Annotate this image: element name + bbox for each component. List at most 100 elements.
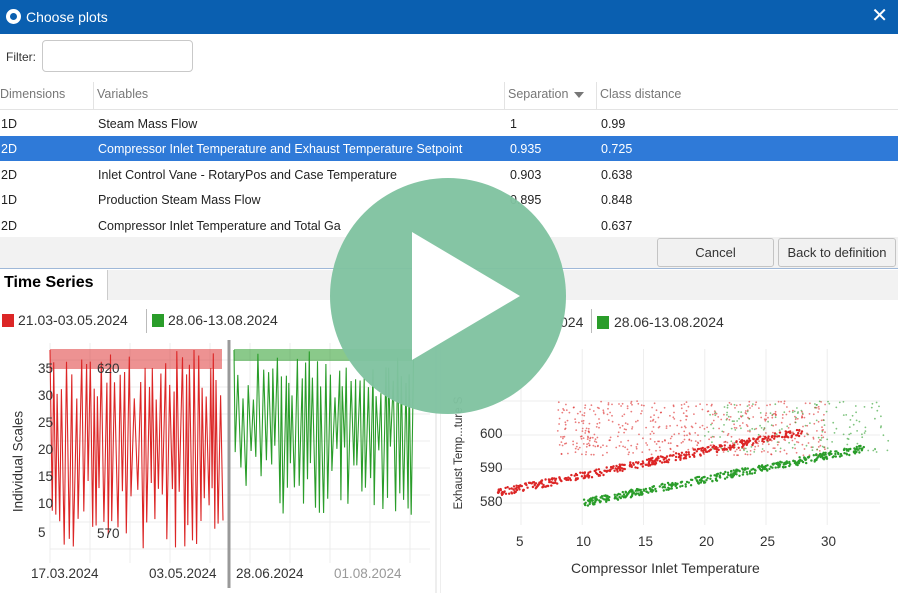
cell-variables: Production Steam Mass Flow [98,193,261,207]
scatter-point [523,482,527,485]
scatter-point [749,407,751,409]
scatter-point [708,438,710,441]
legend-label: 28.06-13.08.2024 [614,314,724,330]
scatter-point [583,412,586,414]
close-icon[interactable]: ✕ [871,5,888,27]
scatter-point [624,446,626,449]
scatter-point [566,419,569,422]
scatter-point [514,487,517,490]
scatter-point [632,462,635,465]
scatter-point [851,414,854,417]
scatter-point [565,409,568,411]
scatter-point [591,436,594,439]
scatter-point [679,485,682,488]
scatter-point [760,450,763,453]
cell-dimensions: 2D [1,168,17,182]
scatter-point [672,404,675,407]
scatter-point [835,427,838,430]
scatter-point [735,440,738,444]
scatter-point [703,475,706,479]
scatter-point [730,469,733,473]
scatter-point [739,403,742,406]
scatter-point [856,448,859,451]
scatter-point [770,424,773,427]
scatter-point [589,408,591,411]
scatter-point [560,436,562,438]
cell-class-distance: 0.637 [601,219,633,233]
scatter-point [674,458,677,462]
scatter-point [617,431,620,434]
back-to-definition-button[interactable]: Back to definition [778,238,896,267]
scatter-point [715,474,718,477]
scatter-point [665,488,668,491]
scatter-point [758,407,760,409]
scatter-point [721,430,724,433]
y-tick-label: 25 [38,415,54,430]
scatter-point [579,435,582,438]
scatter-point [630,400,633,403]
scatter-point [718,427,720,430]
window-title: Choose plots [26,9,108,25]
table-row[interactable]: 1D Steam Mass Flow 1 0.99 [0,111,898,136]
col-header-separation[interactable]: Separation [508,87,585,101]
cell-class-distance: 0.99 [601,117,626,131]
scatter-point [680,407,683,410]
scatter-point [666,481,670,485]
scatter-point [576,442,578,445]
scatter-point [843,452,846,455]
col-header-class-distance[interactable]: Class distance [600,87,681,101]
scatter-point [732,446,736,449]
scatter-point [636,466,639,470]
scatter-point [621,469,624,473]
scatter-point [582,498,586,501]
tab-time-series[interactable]: Time Series [0,270,108,300]
scatter-point [648,487,651,490]
scatter-point [595,468,598,471]
cell-variables: Steam Mass Flow [98,117,198,131]
scatter-point [706,410,709,413]
scatter-point [642,437,644,440]
scatter-point [669,437,672,440]
filter-input[interactable] [42,40,193,72]
scatter-point [667,486,670,489]
scatter-point [569,478,572,482]
scatter-point [652,432,655,435]
scatter-point [784,439,787,442]
cell-variables: Inlet Control Vane - RotaryPos and Case … [98,168,397,182]
scatter-point [667,458,671,461]
y-tick-label: 35 [38,361,54,376]
scatter-point [723,477,727,480]
scatter-point [700,449,703,452]
scatter-point [581,427,584,430]
scatter-point [733,454,735,456]
play-icon[interactable] [412,232,520,360]
scatter-point [541,485,544,489]
scatter-point [726,476,729,479]
scatter-point [623,431,625,434]
scatter-point [738,417,740,420]
scatter-point [753,448,756,451]
scatter-point [867,449,870,452]
scatter-point [572,440,574,443]
scatter-point [812,436,815,439]
scatter-point [858,447,861,450]
scatter-point [859,444,862,448]
scatter-point [560,441,563,443]
col-header-variables[interactable]: Variables [97,87,148,101]
scatter-point [797,431,800,435]
scatter-point [842,448,846,452]
scatter-point [504,486,507,490]
scatter-point [682,440,684,443]
table-row-selected[interactable]: 2D Compressor Inlet Temperature and Exha… [0,136,898,161]
scatter-point [774,450,777,452]
scatter-point [813,458,817,462]
scatter-point [823,419,825,422]
scatter-point [605,445,608,447]
scatter-point [730,427,733,430]
scatter-point [723,413,725,416]
cancel-button[interactable]: Cancel [657,238,774,267]
scatter-point [593,440,596,443]
scatter-point [773,437,776,440]
col-header-dimensions[interactable]: Dimensions [0,87,65,101]
scatter-point [789,463,792,466]
